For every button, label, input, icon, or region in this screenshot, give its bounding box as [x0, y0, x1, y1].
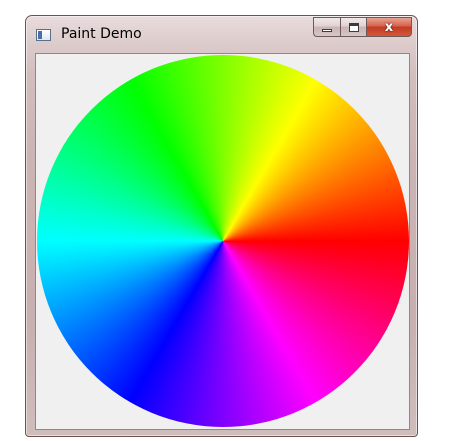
close-button[interactable]: x — [366, 17, 412, 37]
minimize-icon — [322, 28, 332, 32]
minimize-button[interactable] — [313, 17, 340, 37]
app-icon[interactable] — [36, 29, 51, 41]
paint-canvas[interactable] — [35, 53, 410, 430]
window-title: Paint Demo — [61, 26, 142, 42]
paint-demo-window: Paint Demo x — [25, 15, 418, 437]
maximize-icon — [348, 22, 359, 32]
caption-buttons: x — [313, 17, 412, 37]
close-icon: x — [384, 19, 394, 35]
title-bar[interactable]: Paint Demo x — [26, 16, 417, 50]
maximize-button[interactable] — [340, 17, 366, 37]
color-wheel — [37, 55, 409, 427]
